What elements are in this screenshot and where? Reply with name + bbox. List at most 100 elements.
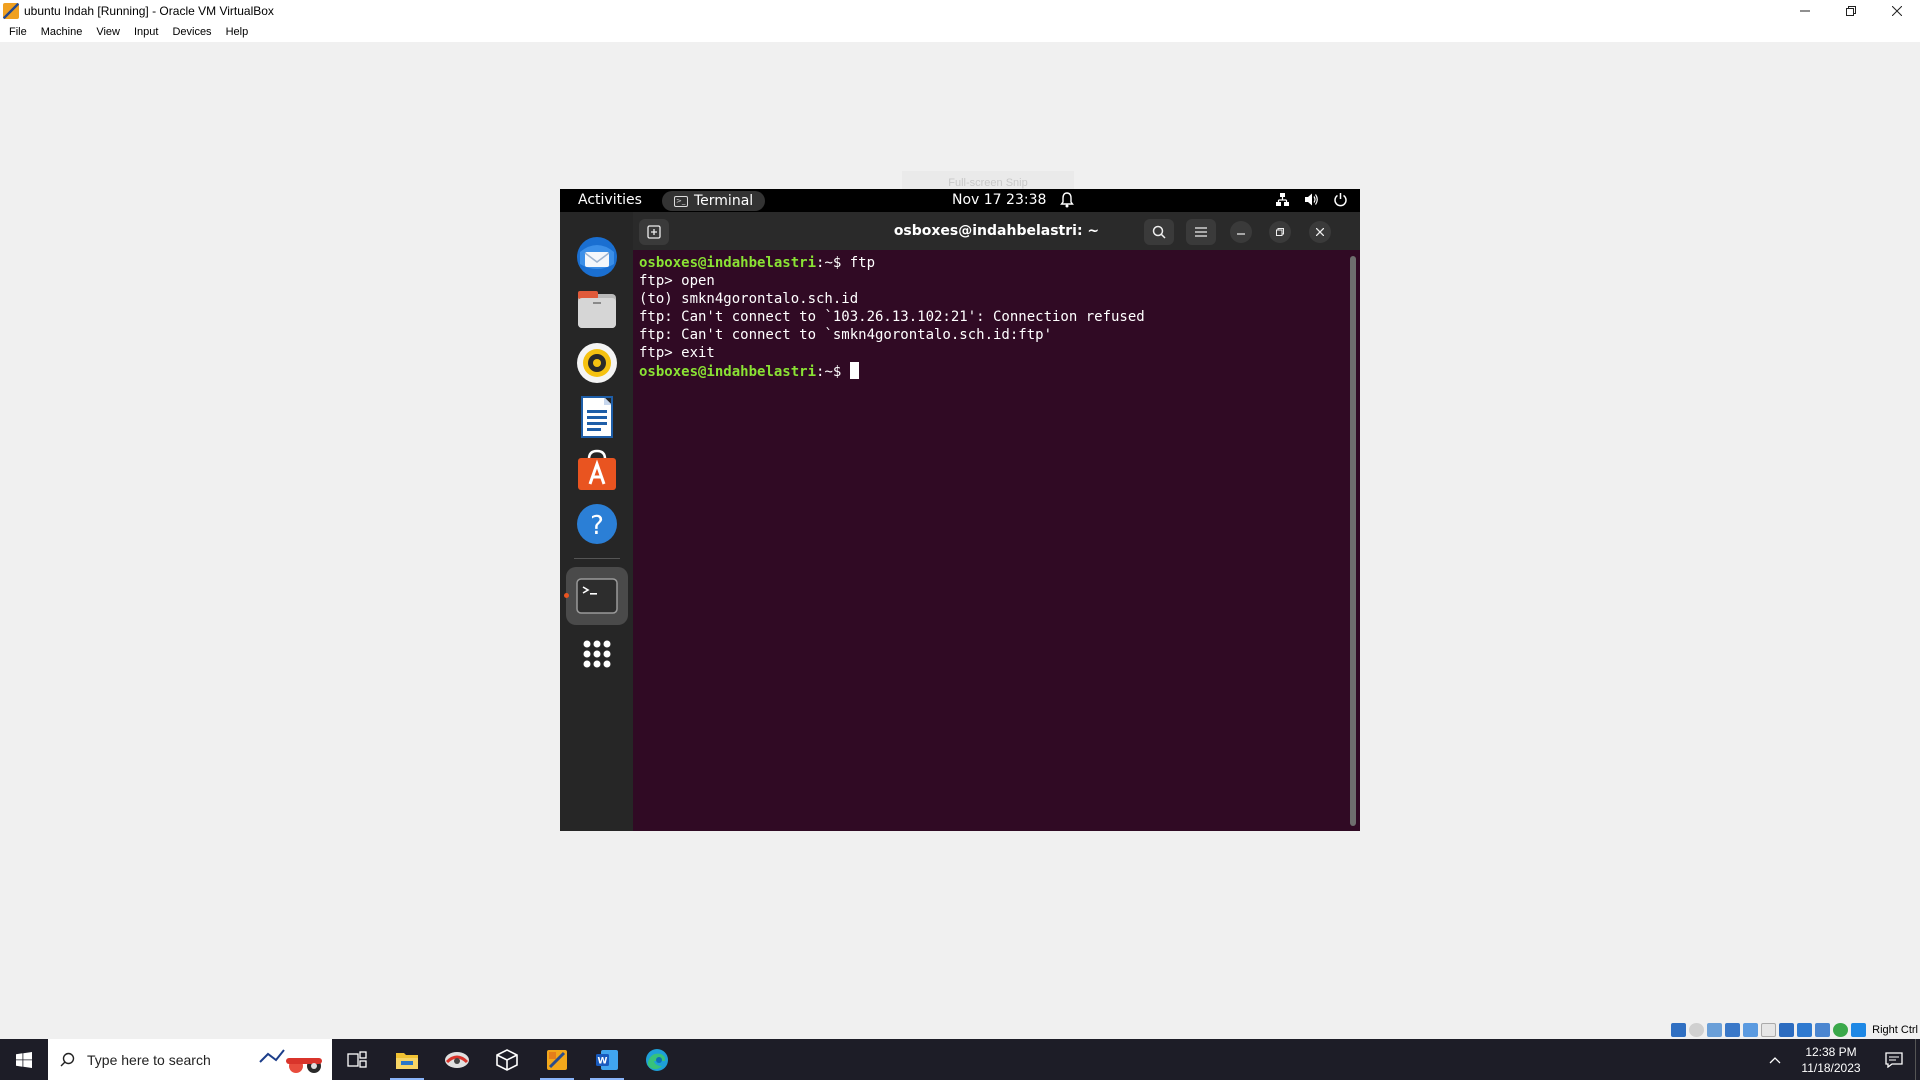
minimize-icon xyxy=(1800,10,1810,12)
window-controls xyxy=(1782,0,1920,22)
guest-screen: Activities >_ Terminal Nov 17 23:38 ? os… xyxy=(560,189,1360,831)
terminal-menu-button[interactable] xyxy=(1186,219,1216,245)
activities-button[interactable]: Activities xyxy=(578,192,642,208)
taskbar-search[interactable]: Type here to search xyxy=(48,1039,332,1080)
shared-folders-icon[interactable] xyxy=(1761,1023,1777,1037)
windows-taskbar: Type here to search W 12:38 PM 11/18/202… xyxy=(0,1039,1920,1080)
taskbar-time: 12:38 PM xyxy=(1805,1044,1857,1059)
taskbar-vbox-cube[interactable] xyxy=(482,1039,532,1080)
menu-file[interactable]: File xyxy=(4,26,32,38)
search-icon xyxy=(1152,225,1166,239)
dock: ? xyxy=(560,212,633,831)
menu-view[interactable]: View xyxy=(91,26,125,38)
cube-icon xyxy=(496,1048,518,1071)
dock-writer[interactable] xyxy=(574,394,620,440)
folder-icon xyxy=(396,1052,418,1069)
taskbar-file-explorer[interactable] xyxy=(382,1039,432,1080)
minimize-button[interactable] xyxy=(1782,0,1828,22)
dock-separator xyxy=(574,558,620,559)
dock-software[interactable] xyxy=(574,447,620,493)
rhythmbox-icon xyxy=(577,343,617,383)
recording-icon[interactable] xyxy=(1797,1023,1813,1037)
host-key-label: Right Ctrl xyxy=(1872,1024,1918,1036)
hamburger-icon xyxy=(1195,227,1207,237)
cpu-icon[interactable] xyxy=(1815,1023,1831,1037)
search-icon xyxy=(60,1052,75,1067)
dock-rhythmbox[interactable] xyxy=(574,340,620,386)
dock-files[interactable] xyxy=(574,287,620,333)
terminal-small-icon: >_ xyxy=(674,195,688,207)
terminal-restore-button[interactable] xyxy=(1269,221,1291,243)
terminal-line: osboxes@indahbelastri:~$ ftp xyxy=(639,254,1360,272)
taskbar-clock[interactable]: 12:38 PM 11/18/2023 xyxy=(1789,1044,1873,1076)
restore-icon xyxy=(1846,6,1856,16)
menu-input[interactable]: Input xyxy=(129,26,163,38)
show-hidden-icons-button[interactable] xyxy=(1761,1053,1789,1067)
terminal-line: osboxes@indahbelastri:~$ xyxy=(639,362,1360,381)
taskbar-word[interactable]: W xyxy=(582,1039,632,1080)
prompt-separator: :~$ xyxy=(816,364,850,380)
taskbar-edge[interactable] xyxy=(632,1039,682,1080)
mouse-integration-icon[interactable] xyxy=(1851,1023,1867,1037)
optical-drive-icon[interactable] xyxy=(1689,1023,1705,1037)
virtualbox-icon xyxy=(547,1049,567,1070)
power-icon xyxy=(1334,193,1347,207)
word-icon: W xyxy=(596,1049,618,1070)
terminal-header-bar: osboxes@indahbelastri: ~ xyxy=(633,212,1360,250)
close-icon xyxy=(1892,6,1902,16)
help-icon: ? xyxy=(577,504,617,544)
menu-help[interactable]: Help xyxy=(221,26,254,38)
menu-machine[interactable]: Machine xyxy=(36,26,88,38)
terminal-minimize-button[interactable] xyxy=(1230,221,1252,243)
dock-thunderbird[interactable] xyxy=(574,234,620,280)
dock-show-apps[interactable] xyxy=(574,631,620,677)
terminal-output[interactable]: osboxes@indahbelastri:~$ ftp ftp> open (to… xyxy=(633,250,1360,831)
terminal-line: ftp> exit xyxy=(639,345,715,361)
system-tray-area: 12:38 PM 11/18/2023 xyxy=(1761,1039,1920,1080)
software-icon xyxy=(578,449,616,490)
taskbar-virtualbox[interactable] xyxy=(532,1039,582,1080)
terminal-line: ftp: Can't connect to `103.26.13.102:21'… xyxy=(639,309,1145,325)
terminal-scrollbar[interactable] xyxy=(1350,256,1356,826)
display-icon[interactable] xyxy=(1779,1023,1795,1037)
thunderbird-icon xyxy=(577,237,617,277)
hard-disk-icon[interactable] xyxy=(1671,1023,1687,1037)
notification-center-button[interactable] xyxy=(1873,1051,1915,1068)
taskbar-snipping[interactable] xyxy=(432,1039,482,1080)
svg-text:?: ? xyxy=(590,511,604,541)
notification-icon xyxy=(1885,1051,1903,1068)
gnome-top-bar: Activities >_ Terminal Nov 17 23:38 xyxy=(560,189,1360,212)
network-icon xyxy=(1276,193,1289,206)
vbox-status-bar: Right Ctrl xyxy=(1671,1021,1920,1039)
terminal-line: (to) smkn4gorontalo.sch.id xyxy=(639,291,859,307)
usb-icon[interactable] xyxy=(1743,1023,1759,1037)
dock-terminal[interactable] xyxy=(574,573,620,619)
start-button[interactable] xyxy=(0,1039,48,1080)
show-desktop-button[interactable] xyxy=(1915,1039,1920,1080)
host-title-bar: ubuntu Indah [Running] - Oracle VM Virtu… xyxy=(0,0,1920,22)
network-adapter-icon[interactable] xyxy=(1725,1023,1741,1037)
text-cursor xyxy=(849,362,859,379)
menu-devices[interactable]: Devices xyxy=(167,26,216,38)
restore-button[interactable] xyxy=(1828,0,1874,22)
minimize-icon xyxy=(1237,233,1245,235)
system-tray[interactable] xyxy=(1275,192,1348,207)
bell-icon xyxy=(1060,192,1074,208)
guest-additions-icon[interactable] xyxy=(1833,1023,1849,1037)
focused-app-label: Terminal xyxy=(694,193,754,209)
virtualbox-app-icon xyxy=(3,3,19,19)
clock[interactable]: Nov 17 23:38 xyxy=(952,192,1046,208)
taskbar-date: 11/18/2023 xyxy=(1801,1060,1861,1075)
terminal-search-button[interactable] xyxy=(1144,219,1174,245)
host-menu-bar: File Machine View Input Devices Help xyxy=(0,22,1920,42)
terminal-close-button[interactable] xyxy=(1309,221,1331,243)
audio-icon[interactable] xyxy=(1707,1023,1723,1037)
close-button[interactable] xyxy=(1874,0,1920,22)
edge-icon xyxy=(646,1048,668,1071)
writer-icon xyxy=(581,396,613,438)
taskbar-task-view[interactable] xyxy=(332,1039,382,1080)
focused-app-menu[interactable]: >_ Terminal xyxy=(662,191,766,211)
terminal-line: ftp: Can't connect to `smkn4gorontalo.sc… xyxy=(639,327,1053,343)
dock-help[interactable]: ? xyxy=(574,501,620,547)
terminal-line: ftp> open xyxy=(639,273,715,289)
